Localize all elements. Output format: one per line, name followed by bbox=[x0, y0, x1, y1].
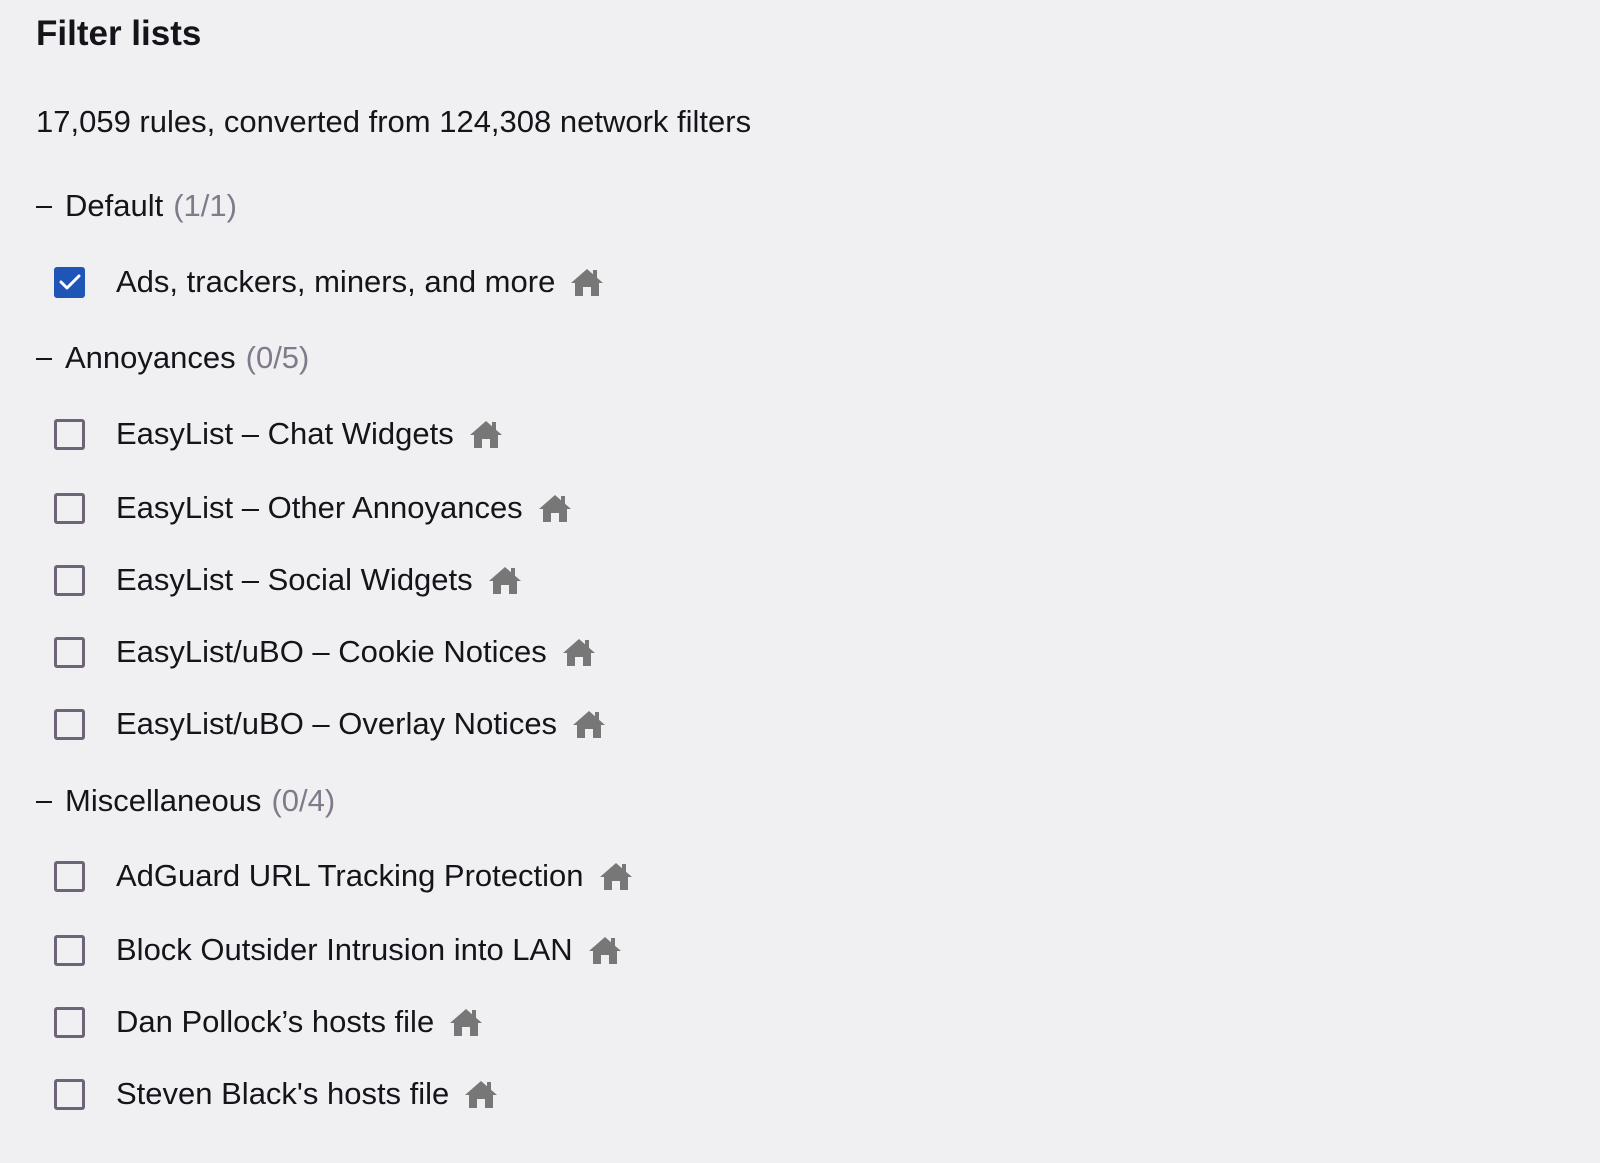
checkmark-icon bbox=[59, 274, 80, 290]
group-count: (1/1) bbox=[173, 188, 237, 223]
collapse-minus-icon[interactable] bbox=[36, 358, 52, 360]
list-checkbox[interactable] bbox=[54, 708, 85, 740]
group-header-annoyances[interactable]: Annoyances (0/5) bbox=[36, 340, 309, 376]
list-label: Steven Black's hosts file bbox=[116, 1076, 450, 1111]
list-checkbox[interactable] bbox=[54, 418, 85, 450]
home-icon[interactable] bbox=[561, 636, 597, 668]
home-icon[interactable] bbox=[598, 860, 634, 892]
list-checkbox[interactable] bbox=[54, 636, 85, 668]
list-item[interactable]: EasyList/uBO – Overlay Notices bbox=[54, 706, 607, 742]
home-icon[interactable] bbox=[569, 266, 605, 298]
list-item[interactable]: EasyList – Chat Widgets bbox=[54, 416, 504, 452]
group-count: (0/5) bbox=[245, 340, 310, 375]
list-item[interactable]: AdGuard URL Tracking Protection bbox=[54, 858, 634, 894]
list-checkbox[interactable] bbox=[54, 492, 85, 524]
list-label: EasyList – Social Widgets bbox=[116, 562, 473, 597]
collapse-minus-icon[interactable] bbox=[36, 206, 52, 208]
collapse-minus-icon[interactable] bbox=[36, 801, 52, 803]
list-checkbox[interactable] bbox=[54, 860, 85, 892]
list-label: EasyList/uBO – Overlay Notices bbox=[116, 706, 558, 741]
home-icon[interactable] bbox=[448, 1006, 484, 1038]
list-item[interactable]: EasyList – Social Widgets bbox=[54, 562, 523, 598]
group-name: Miscellaneous bbox=[65, 783, 262, 818]
rules-summary: 17,059 rules, converted from 124,308 net… bbox=[36, 104, 752, 139]
list-label: EasyList/uBO – Cookie Notices bbox=[116, 634, 547, 669]
list-label: Dan Pollock’s hosts file bbox=[116, 1004, 435, 1039]
list-label: Block Outsider Intrusion into LAN bbox=[116, 932, 573, 967]
list-checkbox[interactable] bbox=[54, 266, 85, 298]
list-item[interactable]: Dan Pollock’s hosts file bbox=[54, 1004, 484, 1040]
list-checkbox[interactable] bbox=[54, 1006, 85, 1038]
group-header-miscellaneous[interactable]: Miscellaneous (0/4) bbox=[36, 783, 335, 819]
list-item[interactable]: Steven Black's hosts file bbox=[54, 1076, 499, 1112]
home-icon[interactable] bbox=[468, 418, 504, 450]
home-icon[interactable] bbox=[463, 1078, 499, 1110]
home-icon[interactable] bbox=[537, 492, 573, 524]
group-name: Annoyances bbox=[65, 340, 236, 375]
list-checkbox[interactable] bbox=[54, 1078, 85, 1110]
home-icon[interactable] bbox=[571, 708, 607, 740]
group-header-default[interactable]: Default (1/1) bbox=[36, 188, 237, 224]
home-icon[interactable] bbox=[487, 564, 523, 596]
group-name: Default bbox=[65, 188, 164, 223]
list-label: EasyList – Other Annoyances bbox=[116, 490, 523, 525]
home-icon[interactable] bbox=[587, 934, 623, 966]
group-count: (0/4) bbox=[271, 783, 336, 818]
list-checkbox[interactable] bbox=[54, 564, 85, 596]
page-title: Filter lists bbox=[36, 14, 202, 53]
list-label: Ads, trackers, miners, and more bbox=[116, 264, 556, 299]
list-checkbox[interactable] bbox=[54, 934, 85, 966]
list-label: AdGuard URL Tracking Protection bbox=[116, 858, 584, 893]
list-item[interactable]: EasyList – Other Annoyances bbox=[54, 490, 573, 526]
list-item[interactable]: EasyList/uBO – Cookie Notices bbox=[54, 634, 597, 670]
list-label: EasyList – Chat Widgets bbox=[116, 416, 454, 451]
list-item[interactable]: Block Outsider Intrusion into LAN bbox=[54, 932, 623, 968]
list-item[interactable]: Ads, trackers, miners, and more bbox=[54, 264, 605, 300]
